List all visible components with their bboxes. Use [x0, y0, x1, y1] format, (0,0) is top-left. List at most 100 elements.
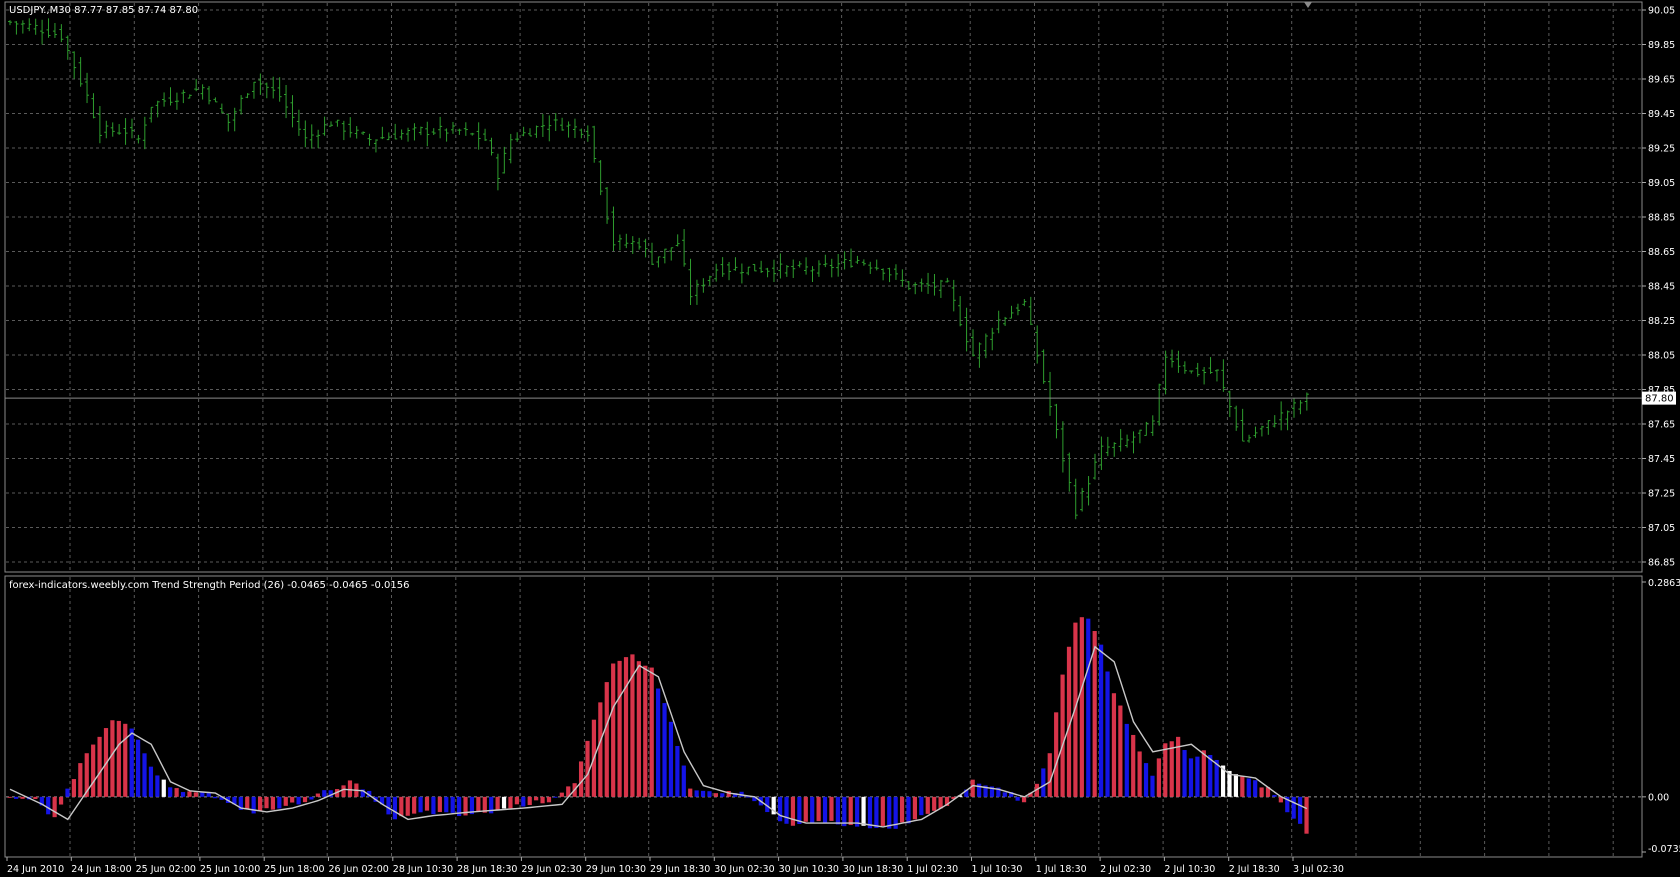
x-tick-label: 25 Jun 02:00 [136, 864, 196, 875]
histogram-bar [1240, 776, 1245, 797]
histogram-bar [418, 796, 423, 813]
histogram-bar [33, 796, 38, 800]
histogram-bar [1041, 768, 1046, 797]
histogram-bar [129, 728, 134, 797]
histogram-bar [1233, 774, 1239, 797]
histogram-bar [906, 796, 911, 824]
histogram-bar [604, 682, 609, 797]
histogram-bar [585, 740, 590, 797]
histogram-bar [720, 793, 725, 797]
histogram-bar [713, 793, 718, 797]
histogram-bar [270, 796, 276, 810]
histogram-bar [148, 766, 154, 797]
price-y-tick-label: 89.05 [1648, 178, 1675, 189]
histogram-bar [1092, 631, 1097, 797]
histogram-bar [52, 796, 57, 818]
histogram-bar [1047, 753, 1052, 797]
histogram-bar [688, 788, 693, 797]
histogram-bar [797, 796, 802, 825]
histogram-bar [437, 796, 442, 813]
histogram-bar [643, 665, 648, 797]
histogram-bar [213, 796, 218, 799]
x-tick-label: 2 Jul 02:30 [1100, 864, 1151, 875]
histogram-bar [65, 788, 70, 797]
histogram-bar [1298, 796, 1303, 824]
histogram-bar [1246, 778, 1251, 797]
histogram-bar [1124, 723, 1129, 797]
indicator-y-tick-label: 0.00 [1648, 792, 1669, 803]
histogram-bar [778, 796, 783, 822]
histogram-bar [611, 663, 616, 797]
histogram-bar [790, 796, 796, 826]
indicator-panel-header: forex-indicators.weebly.com Trend Streng… [9, 580, 409, 591]
histogram-bar [514, 796, 519, 805]
x-tick-label: 28 Jun 18:30 [457, 864, 517, 875]
histogram-bar [322, 790, 327, 797]
histogram-bar [1015, 796, 1020, 801]
indicator-y-tick-label: 0.2863 [1648, 578, 1680, 589]
histogram-bar [534, 796, 539, 801]
histogram-bar [1259, 787, 1264, 797]
price-y-tick-label: 89.45 [1648, 109, 1675, 120]
histogram-bar [527, 796, 532, 806]
price-y-tick-label: 89.25 [1648, 144, 1675, 155]
histogram-bar [553, 796, 558, 798]
price-y-tick-label: 86.85 [1648, 558, 1675, 569]
price-y-tick-label: 89.65 [1648, 75, 1675, 86]
histogram-bar [296, 796, 301, 805]
histogram-bar [861, 796, 866, 826]
histogram-bar [1253, 780, 1258, 797]
histogram-bar [7, 796, 12, 798]
histogram-bar [1086, 618, 1091, 797]
histogram-bar [1137, 751, 1142, 797]
histogram-bar [193, 792, 198, 797]
histogram-bar [251, 796, 256, 814]
histogram-bar [1021, 796, 1027, 803]
histogram-bar [835, 796, 840, 825]
price-y-tick-label: 90.05 [1648, 6, 1675, 17]
x-tick-label: 1 Jul 02:30 [907, 864, 958, 875]
histogram-bar [315, 793, 320, 797]
x-tick-label: 29 Jun 10:30 [586, 864, 646, 875]
histogram-bar [46, 796, 51, 815]
histogram-bar [887, 796, 892, 829]
histogram-bar [636, 661, 641, 797]
histogram-bar [1060, 674, 1065, 797]
x-tick-label: 1 Jul 18:30 [1036, 864, 1087, 875]
histogram-bar [623, 657, 629, 797]
histogram-bar [559, 792, 564, 797]
histogram-bar [1099, 644, 1104, 797]
chart-root: 90.05 89.85 89.65 89.45 89.25 89.05 88.85 88.65… [0, 0, 1680, 877]
histogram-bar [71, 779, 76, 797]
histogram-bar [347, 780, 353, 797]
price-y-tick-label: 89.85 [1648, 40, 1675, 51]
price-y-tick-label: 87.25 [1648, 489, 1675, 500]
histogram-bar [302, 796, 308, 803]
x-tick-label: 29 Jun 02:30 [521, 864, 581, 875]
histogram-bar [675, 745, 680, 797]
histogram-bar [1111, 693, 1117, 797]
histogram-bar [1201, 750, 1206, 797]
histogram-bar [1118, 705, 1123, 797]
histogram-bar [501, 796, 507, 809]
x-tick-label: 24 Jun 2010 [7, 864, 64, 875]
x-tick-label: 30 Jun 02:30 [714, 864, 774, 875]
histogram-bar [681, 765, 686, 797]
histogram-bar [848, 796, 853, 825]
histogram-bar [1176, 736, 1181, 797]
price-y-tick-label: 88.65 [1648, 247, 1675, 258]
histogram-bar [309, 796, 314, 800]
histogram-bar [412, 796, 417, 814]
price-y-tick-label: 87.65 [1648, 420, 1675, 431]
histogram-bar [598, 702, 603, 797]
histogram-bar [97, 736, 102, 797]
histogram-bar [508, 796, 513, 809]
histogram-bar [142, 753, 147, 797]
histogram-bar [707, 791, 712, 797]
histogram-bar [495, 796, 500, 810]
histogram-bar [1105, 671, 1110, 797]
histogram-bar [290, 796, 295, 803]
histogram-bar [668, 721, 674, 797]
histogram-bar [919, 796, 924, 816]
price-y-tick-label: 87.05 [1648, 523, 1675, 534]
